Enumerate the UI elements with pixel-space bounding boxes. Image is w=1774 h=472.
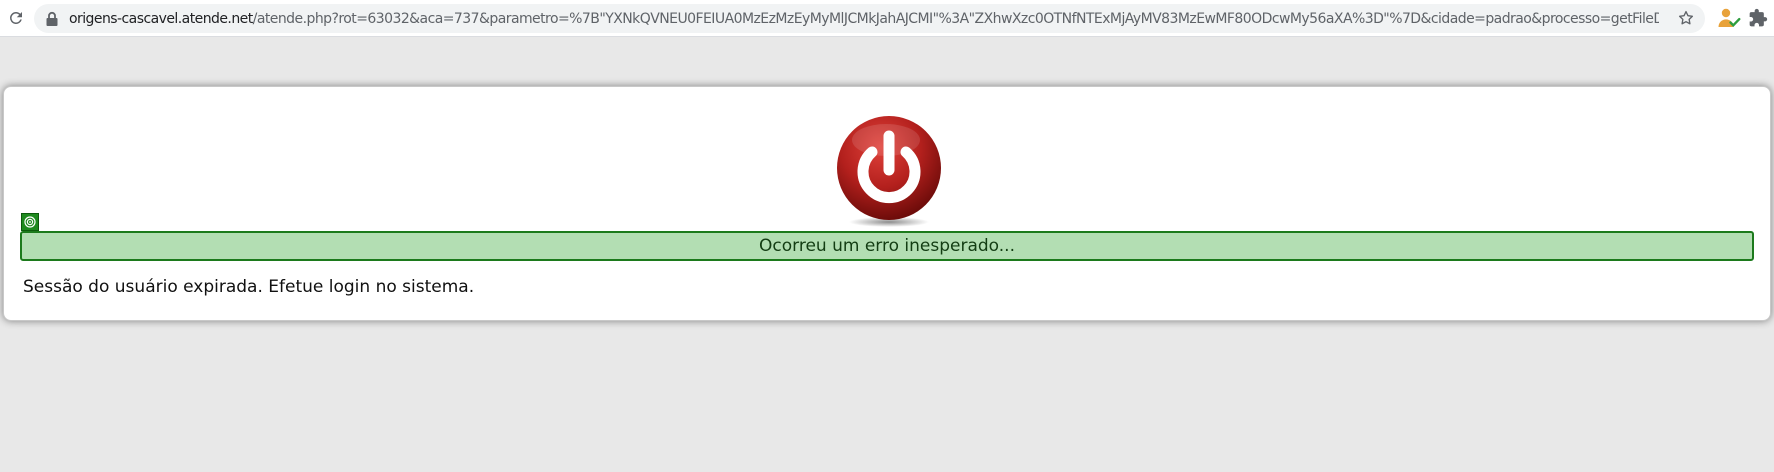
reload-icon bbox=[10, 12, 22, 24]
profile-extension-icon[interactable] bbox=[1717, 7, 1741, 29]
reload-button[interactable] bbox=[4, 6, 28, 30]
star-icon[interactable] bbox=[1677, 9, 1695, 27]
target-icon[interactable] bbox=[21, 213, 39, 231]
lock-icon[interactable] bbox=[45, 11, 59, 27]
browser-toolbar: origens-cascavel.atende.net/atende.php?r… bbox=[0, 0, 1774, 37]
error-banner: Ocorreu um erro inesperado... bbox=[20, 231, 1754, 261]
target-glyph bbox=[24, 216, 36, 228]
error-title: Ocorreu um erro inesperado... bbox=[759, 236, 1015, 256]
error-message: Sessão do usuário expirada. Efetue login… bbox=[23, 277, 475, 297]
power-icon bbox=[837, 116, 941, 227]
url-path: /atende.php?rot=63032&aca=737&parametro=… bbox=[252, 11, 1659, 27]
error-dialog: Ocorreu um erro inesperado... Sessão do … bbox=[3, 86, 1771, 321]
url-text[interactable]: origens-cascavel.atende.net/atende.php?r… bbox=[69, 11, 1659, 27]
puzzle-icon[interactable] bbox=[1748, 8, 1768, 28]
url-host: origens-cascavel.atende.net bbox=[69, 11, 253, 27]
address-bar[interactable]: origens-cascavel.atende.net/atende.php?r… bbox=[34, 4, 1705, 33]
